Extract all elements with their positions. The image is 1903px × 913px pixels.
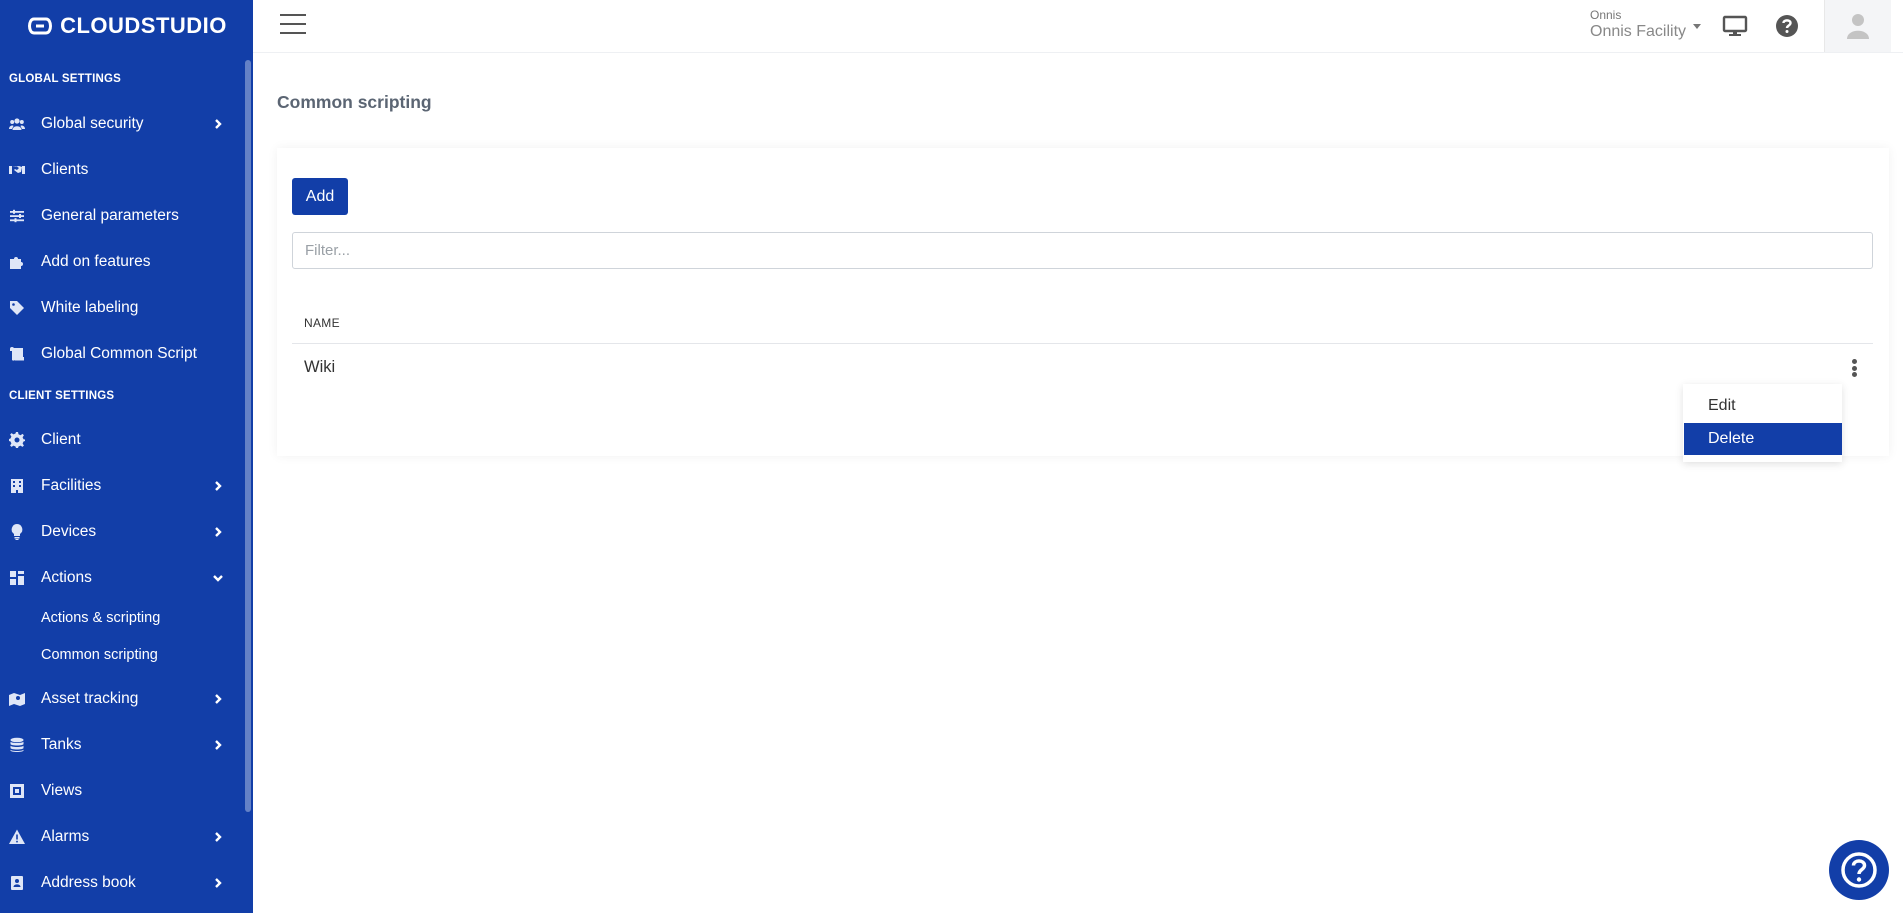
sidebar-item-tanks[interactable]: Tanks (0, 725, 240, 765)
sidebar-item-facilities[interactable]: Facilities (0, 466, 240, 506)
sidebar-item-global-security[interactable]: Global security (0, 104, 240, 144)
sidebar-item-add-on-features[interactable]: Add on features (0, 242, 240, 282)
sidebar-item-clients[interactable]: Clients (0, 150, 240, 190)
cloud-logo-icon (28, 17, 53, 35)
monitor-icon[interactable] (1722, 13, 1748, 39)
sidebar-item-white-labeling[interactable]: White labeling (0, 288, 240, 328)
sidebar-item-label: Actions (41, 569, 92, 586)
grid-icon (8, 569, 26, 587)
sidebar-item-alarms[interactable]: Alarms (0, 817, 240, 857)
users-icon (8, 115, 26, 133)
table-row-name[interactable]: Wiki (304, 358, 335, 377)
sidebar-subitem-common-scripting[interactable]: Common scripting (41, 647, 158, 663)
column-header-name[interactable]: NAME (304, 316, 340, 330)
brand-name: CLOUDSTUDIO (60, 13, 227, 38)
sidebar-item-actions[interactable]: Actions (0, 558, 240, 598)
sidebar-item-label: Client (41, 431, 81, 448)
database-icon (8, 736, 26, 754)
user-avatar-icon[interactable] (1824, 0, 1891, 52)
caret-down-icon[interactable] (1693, 24, 1701, 29)
sidebar-item-label: Facilities (41, 477, 102, 494)
scroll-icon (8, 345, 26, 363)
sidebar-item-asset-tracking[interactable]: Asset tracking (0, 679, 240, 719)
warning-icon (8, 828, 26, 846)
facility-selector[interactable]: Onnis Facility (1590, 23, 1686, 41)
sliders-icon (8, 207, 26, 225)
sidebar-item-label: Global security (41, 115, 144, 132)
sidebar-item-label: Address book (41, 874, 136, 891)
more-options-icon[interactable] (1848, 356, 1860, 380)
sidebar-scrollbar[interactable] (245, 60, 251, 812)
add-button[interactable]: Add (292, 178, 348, 215)
page-title: Common scripting (277, 92, 432, 112)
address-book-icon (8, 874, 26, 892)
sidebar-item-label: White labeling (41, 299, 139, 316)
chevron-right-icon (212, 525, 224, 537)
question-circle-icon[interactable] (1774, 13, 1800, 39)
chevron-right-icon (212, 876, 224, 888)
table-header-divider (292, 343, 1873, 344)
chevron-right-icon (212, 830, 224, 842)
building-icon (8, 477, 26, 495)
sidebar-subitem-actions-scripting[interactable]: Actions & scripting (41, 610, 160, 626)
sidebar: CLOUDSTUDIO GLOBAL SETTINGS Global secur… (0, 0, 253, 913)
lightbulb-icon (8, 523, 26, 541)
scripts-card (277, 148, 1889, 456)
sidebar-item-label: Alarms (41, 828, 90, 845)
section-title-global-settings: GLOBAL SETTINGS (9, 73, 122, 85)
sidebar-item-label: Views (41, 782, 83, 799)
sidebar-item-global-common-script[interactable]: Global Common Script (0, 334, 240, 374)
top-header: Onnis Onnis Facility (253, 0, 1903, 53)
sidebar-item-label: Devices (41, 523, 97, 540)
tag-icon (8, 299, 26, 317)
chevron-right-icon (212, 117, 224, 129)
menu-item-edit[interactable]: Edit (1684, 390, 1842, 422)
filter-input[interactable] (292, 232, 1873, 269)
chevron-right-icon (212, 479, 224, 491)
gear-icon (8, 431, 26, 449)
sidebar-item-address-book[interactable]: Address book (0, 863, 240, 903)
section-title-client-settings: CLIENT SETTINGS (9, 390, 115, 402)
sidebar-item-label: Asset tracking (41, 690, 139, 707)
hamburger-menu-icon[interactable] (280, 14, 306, 36)
brand-logo[interactable]: CLOUDSTUDIO (0, 0, 253, 52)
chevron-down-icon (212, 571, 224, 583)
map-icon (8, 690, 26, 708)
puzzle-icon (8, 253, 26, 271)
sidebar-item-label: Add on features (41, 253, 151, 270)
sidebar-item-label: General parameters (41, 207, 179, 224)
sidebar-item-label: Tanks (41, 736, 82, 753)
sidebar-item-label: Global Common Script (41, 345, 197, 362)
sidebar-item-label: Clients (41, 161, 89, 178)
organization-label: Onnis (1590, 8, 1622, 22)
handshake-icon (8, 161, 26, 179)
chevron-right-icon (212, 692, 224, 704)
sidebar-item-client[interactable]: Client (0, 420, 240, 460)
sidebar-item-devices[interactable]: Devices (0, 512, 240, 552)
sidebar-item-views[interactable]: Views (0, 771, 240, 811)
frame-icon (8, 782, 26, 800)
menu-item-delete[interactable]: Delete (1684, 423, 1842, 455)
question-circle-icon (1841, 852, 1877, 888)
sidebar-item-general-parameters[interactable]: General parameters (0, 196, 240, 236)
chevron-right-icon (212, 738, 224, 750)
help-fab-button[interactable] (1829, 840, 1889, 900)
